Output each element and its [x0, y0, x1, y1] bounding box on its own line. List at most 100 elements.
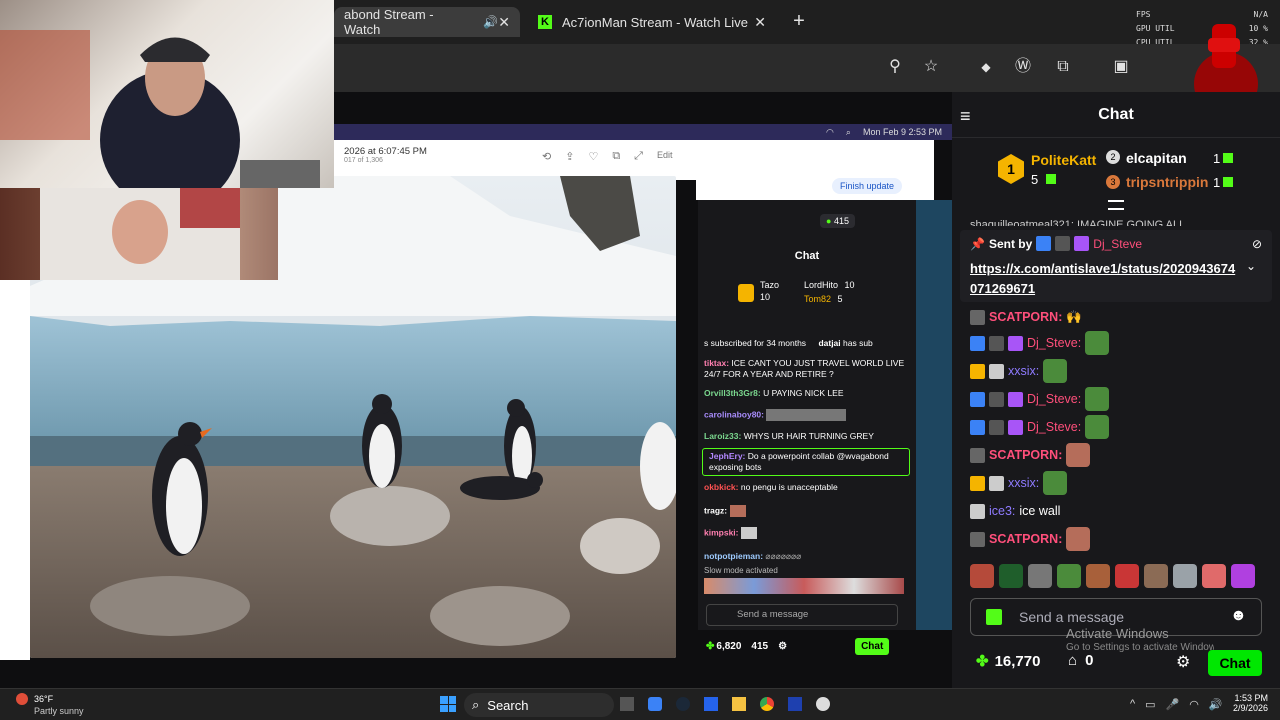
chat-username[interactable]: ice3:: [989, 504, 1015, 518]
gifter-rank-1-icon: [738, 284, 754, 302]
bookmark-star-icon[interactable]: ☆: [920, 56, 942, 78]
emote-bar: [970, 564, 1264, 590]
mic-icon[interactable]: 🎤: [1166, 698, 1180, 711]
hide-pin-icon[interactable]: ⊘: [1252, 237, 1262, 251]
guest-webcam: [0, 188, 278, 280]
chat-username[interactable]: Dj_Steve:: [1027, 392, 1081, 406]
emote-icon[interactable]: [1144, 564, 1168, 588]
gifter-count: 10: [844, 280, 855, 290]
steam-icon[interactable]: [676, 697, 690, 711]
emote-icon[interactable]: [1115, 564, 1139, 588]
badge-icon: [970, 335, 985, 351]
expand-icon[interactable]: ⤢: [634, 150, 643, 163]
chevron-down-icon[interactable]: ⌄: [1246, 259, 1256, 299]
windows-taskbar: 36°F Partly sunny ⌕ Search ^ ▭ 🎤 ◠ 🔊 1:5…: [0, 688, 1280, 720]
gear-icon[interactable]: ⚙: [778, 641, 787, 652]
gifter-count: 10: [760, 292, 771, 302]
extensions-puzzle-icon[interactable]: ⧉: [1052, 56, 1074, 78]
finish-update-button[interactable]: Finish update: [832, 178, 903, 194]
copilot-icon[interactable]: [648, 697, 662, 711]
inner-chat-input[interactable]: Send a message: [706, 604, 898, 626]
emote-icon[interactable]: [1231, 564, 1255, 588]
app-icon[interactable]: [704, 697, 718, 711]
tab-vagabond[interactable]: abond Stream - Watch 🔊 ✕: [334, 7, 520, 37]
gifter-name[interactable]: tripsntrippin: [1126, 174, 1208, 190]
weather-temp[interactable]: 36°F: [34, 694, 53, 704]
chevron-up-icon[interactable]: ^: [1130, 698, 1135, 711]
gift-icon: [1223, 177, 1233, 187]
windows-start-icon[interactable]: [440, 696, 456, 712]
volume-icon[interactable]: 🔊: [1209, 698, 1223, 711]
chat-username[interactable]: SCATPORN:: [989, 532, 1062, 546]
gifter-name: Tom82: [804, 294, 832, 304]
close-icon[interactable]: ✕: [754, 14, 766, 31]
chat-send-button[interactable]: Chat: [1208, 650, 1262, 676]
extension-diamond-icon[interactable]: ◆: [975, 56, 997, 78]
expand-leaderboard-icon[interactable]: [1108, 200, 1124, 210]
chat-username[interactable]: Dj_Steve:: [1027, 336, 1081, 350]
channel-points[interactable]: 16,770: [995, 653, 1041, 670]
crop-icon[interactable]: ⟲: [542, 150, 551, 163]
chat-username[interactable]: Dj_Steve:: [1027, 420, 1081, 434]
share-icon[interactable]: ⇪: [565, 150, 574, 163]
top-gifter-name[interactable]: PoliteKatt: [1031, 152, 1096, 168]
pinned-user[interactable]: Dj_Steve: [1093, 237, 1142, 251]
emote-icon[interactable]: [1028, 564, 1052, 588]
task-view-icon[interactable]: [620, 697, 634, 711]
inner-points: 6,820: [716, 640, 742, 652]
gift-icon[interactable]: [986, 609, 1002, 625]
emote-icon[interactable]: [1057, 564, 1081, 588]
close-icon[interactable]: ✕: [498, 14, 510, 31]
badge-icon: [989, 363, 1004, 379]
gifter-name[interactable]: elcapitan: [1126, 150, 1187, 166]
new-tab-button[interactable]: +: [788, 10, 810, 32]
gifter-name: LordHito: [804, 280, 839, 290]
tab-ac7ionman[interactable]: K Ac7ionMan Stream - Watch Live ✕: [528, 7, 776, 37]
pinned-link[interactable]: https://x.com/antislave1/status/20209436…: [970, 259, 1240, 299]
emote-icon[interactable]: [970, 564, 994, 588]
taskbar-search[interactable]: ⌕ Search: [464, 693, 614, 717]
badge-icon: [1036, 236, 1052, 251]
file-explorer-icon[interactable]: [732, 697, 746, 711]
wifi-icon[interactable]: ◠: [1189, 698, 1199, 711]
badge-icon: [970, 309, 985, 325]
taskbar-apps: [620, 697, 830, 711]
store-app-icon[interactable]: [788, 697, 802, 711]
zoom-icon[interactable]: ⚲: [884, 56, 906, 78]
chat-username[interactable]: SCATPORN:: [989, 448, 1062, 462]
emote-icon[interactable]: [1173, 564, 1197, 588]
crown-badge-icon: [970, 475, 985, 491]
chat-username[interactable]: xxsix:: [1008, 476, 1039, 490]
chat-username[interactable]: xxsix:: [1008, 364, 1039, 378]
screenshot-icon[interactable]: ▣: [1110, 56, 1132, 78]
extension-w-icon[interactable]: Ⓦ: [1012, 56, 1034, 78]
emoji-icon[interactable]: ☻: [1230, 607, 1247, 625]
edit-button[interactable]: Edit: [657, 150, 673, 163]
battery-icon[interactable]: ▭: [1145, 698, 1155, 711]
emote-icon[interactable]: [1202, 564, 1226, 588]
collapse-chat-icon[interactable]: ≡: [960, 106, 971, 127]
copy-icon[interactable]: ⧉: [612, 150, 620, 163]
inner-chat-button[interactable]: Chat: [855, 637, 890, 655]
badge-icon: [1008, 335, 1023, 351]
list-item: Orvill3th3Gr8: U PAYING NICK LEE: [704, 388, 844, 398]
clock[interactable]: 1:53 PM 2/9/2026: [1230, 693, 1268, 713]
list-item: kimpski:: [698, 525, 916, 541]
pepe-emote-icon: [1085, 415, 1110, 439]
emote-icon[interactable]: [999, 564, 1023, 588]
heart-icon[interactable]: ♡: [588, 150, 598, 163]
obs-icon[interactable]: [816, 697, 830, 711]
store-count[interactable]: 0: [1085, 652, 1093, 669]
emote-icon[interactable]: [1086, 564, 1110, 588]
background-window: [916, 200, 952, 662]
pepe-emote-icon: [1085, 387, 1110, 411]
list-item: tiktax: ICE CANT YOU JUST TRAVEL WORLD L…: [704, 358, 905, 379]
weather-condition[interactable]: Partly sunny: [34, 706, 84, 716]
gear-icon[interactable]: ⚙: [1176, 652, 1190, 672]
points-icon: ✤: [706, 640, 715, 652]
chat-username[interactable]: SCATPORN:: [989, 310, 1062, 324]
chrome-icon[interactable]: [760, 697, 774, 711]
chat-text: ice wall: [1019, 504, 1061, 518]
speaker-icon[interactable]: 🔊: [483, 15, 498, 29]
badge-icon: [1074, 236, 1090, 251]
